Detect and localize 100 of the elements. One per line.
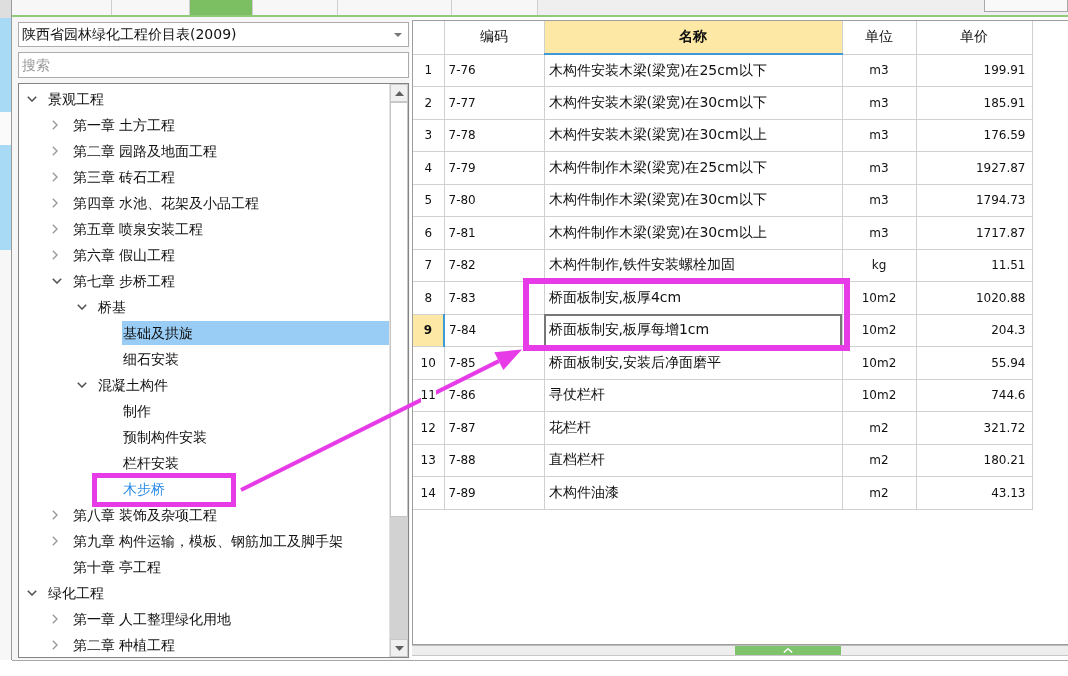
row-number[interactable]: 8 [413, 281, 444, 314]
chevron-down-icon[interactable] [77, 304, 87, 310]
chevron-right-icon[interactable] [52, 172, 58, 182]
row-number[interactable]: 12 [413, 411, 444, 444]
scroll-down-button[interactable] [390, 639, 408, 657]
tree-item[interactable]: 第二章 种植工程 [72, 635, 176, 655]
chevron-down-icon[interactable] [77, 382, 87, 388]
row-number[interactable]: 14 [413, 476, 444, 509]
table-cell: 321.72 [916, 411, 1032, 444]
chevron-right-icon[interactable] [52, 640, 58, 650]
tree-item[interactable]: 第六章 假山工程 [72, 245, 176, 265]
chevron-right-icon[interactable] [52, 250, 58, 260]
table-cell: m3 [842, 54, 916, 87]
table-cell: 43.13 [916, 476, 1032, 509]
table-cell: 木构件安装木梁(梁宽)在30cm以上 [544, 119, 842, 152]
toolbar-button[interactable] [984, 0, 1068, 12]
column-header[interactable]: 编码 [444, 21, 544, 54]
column-header[interactable]: 单位 [842, 21, 916, 54]
row-number[interactable]: 9 [413, 314, 444, 347]
tree-item[interactable]: 第五章 喷泉安装工程 [72, 219, 204, 239]
row-number[interactable]: 2 [413, 86, 444, 119]
tree-item[interactable]: 第九章 构件运输，模板、钢筋加工及脚手架 [72, 531, 344, 551]
table-cell: 7-80 [444, 184, 544, 217]
chevron-right-icon[interactable] [52, 510, 58, 520]
row-number[interactable]: 3 [413, 119, 444, 152]
table-cell: 木构件制作木梁(梁宽)在25cm以下 [544, 151, 842, 184]
column-header[interactable]: 单价 [916, 21, 1032, 54]
column-header[interactable]: 名称 [544, 21, 842, 54]
table-cell: 直档栏杆 [544, 444, 842, 477]
tree-item[interactable]: 预制构件安装 [122, 427, 207, 447]
table-cell: 7-82 [444, 249, 544, 282]
chevron-right-icon[interactable] [52, 536, 58, 546]
table-cell: m3 [842, 86, 916, 119]
row-number[interactable]: 1 [413, 54, 444, 87]
scroll-thumb[interactable] [390, 102, 408, 517]
row-number[interactable]: 10 [413, 346, 444, 379]
tree-item[interactable]: 制作 [122, 401, 151, 421]
tree-item[interactable]: 第一章 土方工程 [72, 115, 176, 135]
scrollbar[interactable] [389, 84, 408, 657]
table-cell: 744.6 [916, 379, 1032, 412]
collapse-handle[interactable] [735, 646, 841, 655]
table-cell: 1020.88 [916, 281, 1032, 314]
table-cell: 7-79 [444, 151, 544, 184]
dropdown-caret-icon [394, 32, 402, 37]
table-cell: m3 [842, 119, 916, 152]
tree-item[interactable]: 第二章 园路及地面工程 [72, 141, 218, 161]
table-cell: 寻仗栏杆 [544, 379, 842, 412]
chevron-right-icon[interactable] [52, 120, 58, 130]
tree-item[interactable]: 第一章 人工整理绿化用地 [72, 609, 232, 629]
table-cell: m3 [842, 216, 916, 249]
table-cell: 木构件安装木梁(梁宽)在30cm以下 [544, 86, 842, 119]
table-cell: 花栏杆 [544, 411, 842, 444]
tree-item[interactable]: 景观工程 [47, 89, 104, 109]
table-cell: 1717.87 [916, 216, 1032, 249]
table-cell: 7-86 [444, 379, 544, 412]
table-cell: 176.59 [916, 119, 1032, 152]
tree-item[interactable]: 第十章 亭工程 [72, 557, 162, 577]
tree-item[interactable]: 第八章 装饰及杂项工程 [72, 505, 218, 525]
chevron-right-icon[interactable] [52, 614, 58, 624]
row-number[interactable]: 5 [413, 184, 444, 217]
tree-item[interactable]: 木步桥 [122, 479, 165, 499]
table-cell: 180.21 [916, 444, 1032, 477]
table-cell: 7-81 [444, 216, 544, 249]
table-cell: 10m2 [842, 379, 916, 412]
tree-item[interactable]: 细石安装 [122, 349, 179, 369]
chevron-down-icon[interactable] [27, 96, 37, 102]
chevron-down-icon[interactable] [52, 278, 62, 284]
chevron-down-icon[interactable] [27, 590, 37, 596]
row-number[interactable]: 6 [413, 216, 444, 249]
chevron-right-icon[interactable] [52, 224, 58, 234]
table-cell: 7-87 [444, 411, 544, 444]
table-cell: 1927.87 [916, 151, 1032, 184]
table-cell: 11.51 [916, 249, 1032, 282]
table-cell: 55.94 [916, 346, 1032, 379]
tree-item[interactable]: 栏杆安装 [122, 453, 179, 473]
scroll-up-button[interactable] [390, 84, 408, 102]
tree-item[interactable]: 第三章 砖石工程 [72, 167, 176, 187]
tree-item[interactable]: 第四章 水池、花架及小品工程 [72, 193, 260, 213]
chevron-right-icon[interactable] [52, 198, 58, 208]
search-field[interactable]: 搜索 [18, 52, 409, 78]
table-cell: 10m2 [842, 346, 916, 379]
tree-item[interactable]: 混凝土构件 [97, 375, 168, 395]
row-number[interactable]: 4 [413, 151, 444, 184]
table-cell: m2 [842, 411, 916, 444]
row-number[interactable]: 7 [413, 249, 444, 282]
tree-item[interactable]: 基础及拱旋 [122, 321, 389, 345]
table-cell: kg [842, 249, 916, 282]
table-cell: m2 [842, 444, 916, 477]
table-cell: m2 [842, 476, 916, 509]
library-dropdown[interactable]: 陕西省园林绿化工程价目表(2009) [18, 22, 409, 47]
table-cell: 199.91 [916, 54, 1032, 87]
row-number[interactable]: 13 [413, 444, 444, 477]
table-cell: 木构件油漆 [544, 476, 842, 509]
tree-item[interactable]: 第七章 步桥工程 [72, 271, 176, 291]
table-cell: m3 [842, 184, 916, 217]
table-cell: 185.91 [916, 86, 1032, 119]
tree-item[interactable]: 桥基 [97, 297, 126, 317]
chevron-right-icon[interactable] [52, 146, 58, 156]
down-triangle-icon [394, 645, 404, 651]
tree-item[interactable]: 绿化工程 [47, 583, 104, 603]
